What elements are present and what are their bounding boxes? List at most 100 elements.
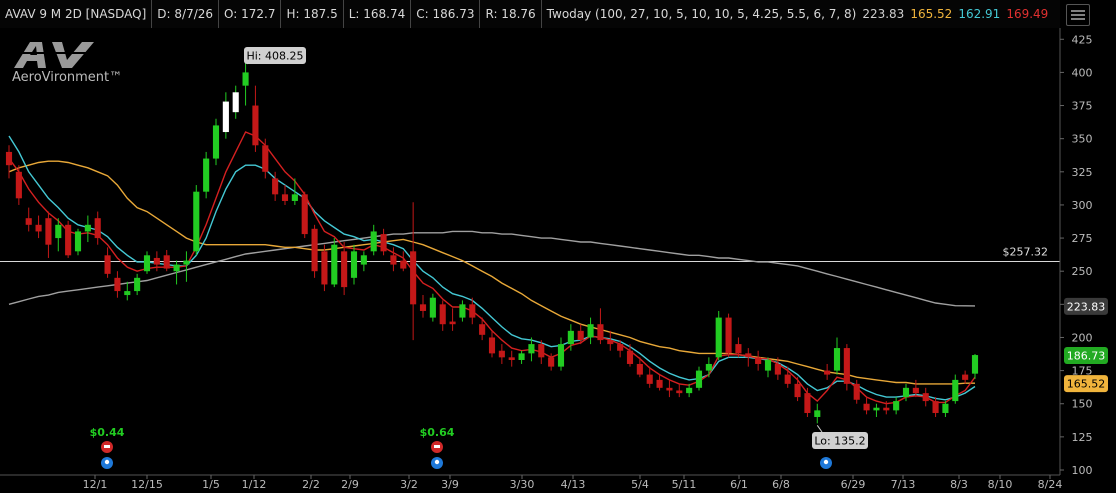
candle-body[interactable] bbox=[153, 257, 160, 265]
candle-body[interactable] bbox=[55, 224, 62, 239]
candle-body[interactable] bbox=[962, 374, 969, 380]
candle-body[interactable] bbox=[439, 304, 446, 325]
candle-body[interactable] bbox=[459, 304, 466, 318]
candle-body[interactable] bbox=[843, 348, 850, 384]
candle-body[interactable] bbox=[291, 194, 298, 201]
candle-body[interactable] bbox=[419, 304, 427, 311]
candle-body[interactable] bbox=[686, 387, 693, 394]
candle-body[interactable] bbox=[548, 357, 555, 367]
candle-body[interactable] bbox=[183, 260, 190, 265]
candle-body[interactable] bbox=[479, 324, 486, 335]
candle-body[interactable] bbox=[577, 330, 584, 341]
candle-body[interactable] bbox=[626, 350, 634, 364]
candle-body[interactable] bbox=[65, 224, 72, 256]
candle-body[interactable] bbox=[745, 353, 752, 358]
candle-body[interactable] bbox=[94, 218, 101, 239]
candle-body[interactable] bbox=[390, 255, 397, 265]
candle-body[interactable] bbox=[636, 363, 643, 375]
candle-body[interactable] bbox=[764, 360, 772, 371]
candle-body[interactable] bbox=[952, 379, 959, 402]
candle-body[interactable] bbox=[380, 234, 387, 252]
candle-body[interactable] bbox=[528, 344, 535, 354]
candle-body[interactable] bbox=[617, 344, 624, 351]
candle-body[interactable] bbox=[163, 255, 170, 269]
candle-body[interactable] bbox=[469, 304, 476, 318]
candle-body[interactable] bbox=[498, 350, 505, 358]
candle-body[interactable] bbox=[538, 344, 545, 358]
candle-body[interactable] bbox=[301, 194, 308, 235]
candle-body[interactable] bbox=[971, 355, 979, 374]
candle-body[interactable] bbox=[508, 357, 515, 360]
candle-body[interactable] bbox=[203, 158, 210, 192]
candle-body[interactable] bbox=[607, 340, 614, 345]
candle-body[interactable] bbox=[370, 231, 377, 252]
candle-body[interactable] bbox=[873, 407, 880, 411]
candle-body[interactable] bbox=[735, 344, 742, 354]
candle-body[interactable] bbox=[656, 379, 663, 388]
candle-body[interactable] bbox=[173, 264, 180, 272]
candle-body[interactable] bbox=[232, 92, 239, 113]
candle-body[interactable] bbox=[114, 277, 121, 292]
candle-body[interactable] bbox=[705, 363, 712, 371]
candle-body[interactable] bbox=[311, 228, 318, 272]
candle-body[interactable] bbox=[488, 337, 496, 354]
candle-body[interactable] bbox=[567, 330, 574, 345]
candle-body[interactable] bbox=[331, 244, 338, 285]
candle-body[interactable] bbox=[262, 145, 269, 172]
candle-body[interactable] bbox=[45, 218, 52, 245]
candle-body[interactable] bbox=[597, 324, 604, 341]
candle-body[interactable] bbox=[666, 387, 673, 391]
candle-body[interactable] bbox=[104, 255, 111, 274]
candle-body[interactable] bbox=[281, 194, 289, 201]
price-chart[interactable]: $257.32 10012515017520022525027530032535… bbox=[0, 0, 1116, 493]
candle-body[interactable] bbox=[932, 401, 939, 414]
candle-body[interactable] bbox=[449, 321, 456, 325]
candle-body[interactable] bbox=[222, 101, 229, 133]
candle-body[interactable] bbox=[715, 317, 722, 358]
candle-body[interactable] bbox=[774, 363, 781, 375]
candle-body[interactable] bbox=[853, 383, 860, 400]
candle-body[interactable] bbox=[35, 224, 42, 232]
candle-body[interactable] bbox=[794, 383, 801, 398]
candle-body[interactable] bbox=[400, 260, 407, 269]
candle-body[interactable] bbox=[193, 191, 200, 252]
candle-body[interactable] bbox=[518, 353, 525, 360]
candle-body[interactable] bbox=[784, 374, 791, 384]
candle-body[interactable] bbox=[143, 255, 151, 272]
candle-body[interactable] bbox=[646, 374, 653, 384]
candle-body[interactable] bbox=[557, 344, 565, 367]
candle-body[interactable] bbox=[25, 218, 32, 225]
candle-body[interactable] bbox=[242, 72, 249, 86]
candle-body[interactable] bbox=[134, 277, 141, 292]
candle-body[interactable] bbox=[883, 407, 890, 411]
candle-body[interactable] bbox=[272, 178, 279, 195]
candle-body[interactable] bbox=[410, 251, 417, 305]
candle-body[interactable] bbox=[84, 224, 91, 232]
candle-body[interactable] bbox=[833, 348, 841, 371]
candle-body[interactable] bbox=[893, 401, 900, 411]
candle-body[interactable] bbox=[587, 324, 594, 338]
candle-body[interactable] bbox=[824, 370, 831, 375]
candle-body[interactable] bbox=[5, 151, 13, 166]
candle-body[interactable] bbox=[922, 393, 929, 402]
candle-body[interactable] bbox=[942, 403, 949, 414]
candle-body[interactable] bbox=[676, 390, 683, 394]
candle-body[interactable] bbox=[74, 231, 82, 252]
candle-body[interactable] bbox=[212, 125, 220, 159]
candle-body[interactable] bbox=[429, 297, 436, 318]
candle-body[interactable] bbox=[814, 410, 821, 417]
candle-body[interactable] bbox=[124, 291, 131, 296]
candle-body[interactable] bbox=[863, 403, 870, 411]
candle-body[interactable] bbox=[350, 251, 358, 278]
candle-body[interactable] bbox=[341, 251, 348, 288]
candle-body[interactable] bbox=[804, 393, 811, 414]
candle-body[interactable] bbox=[755, 357, 762, 364]
candle-body[interactable] bbox=[912, 387, 919, 394]
candle-body[interactable] bbox=[695, 370, 703, 388]
candle-body[interactable] bbox=[15, 171, 22, 199]
candle-body[interactable] bbox=[902, 387, 910, 398]
candle-body[interactable] bbox=[321, 251, 328, 285]
candle-body[interactable] bbox=[252, 105, 259, 146]
candle-body[interactable] bbox=[360, 255, 367, 265]
candle-body[interactable] bbox=[725, 317, 732, 354]
